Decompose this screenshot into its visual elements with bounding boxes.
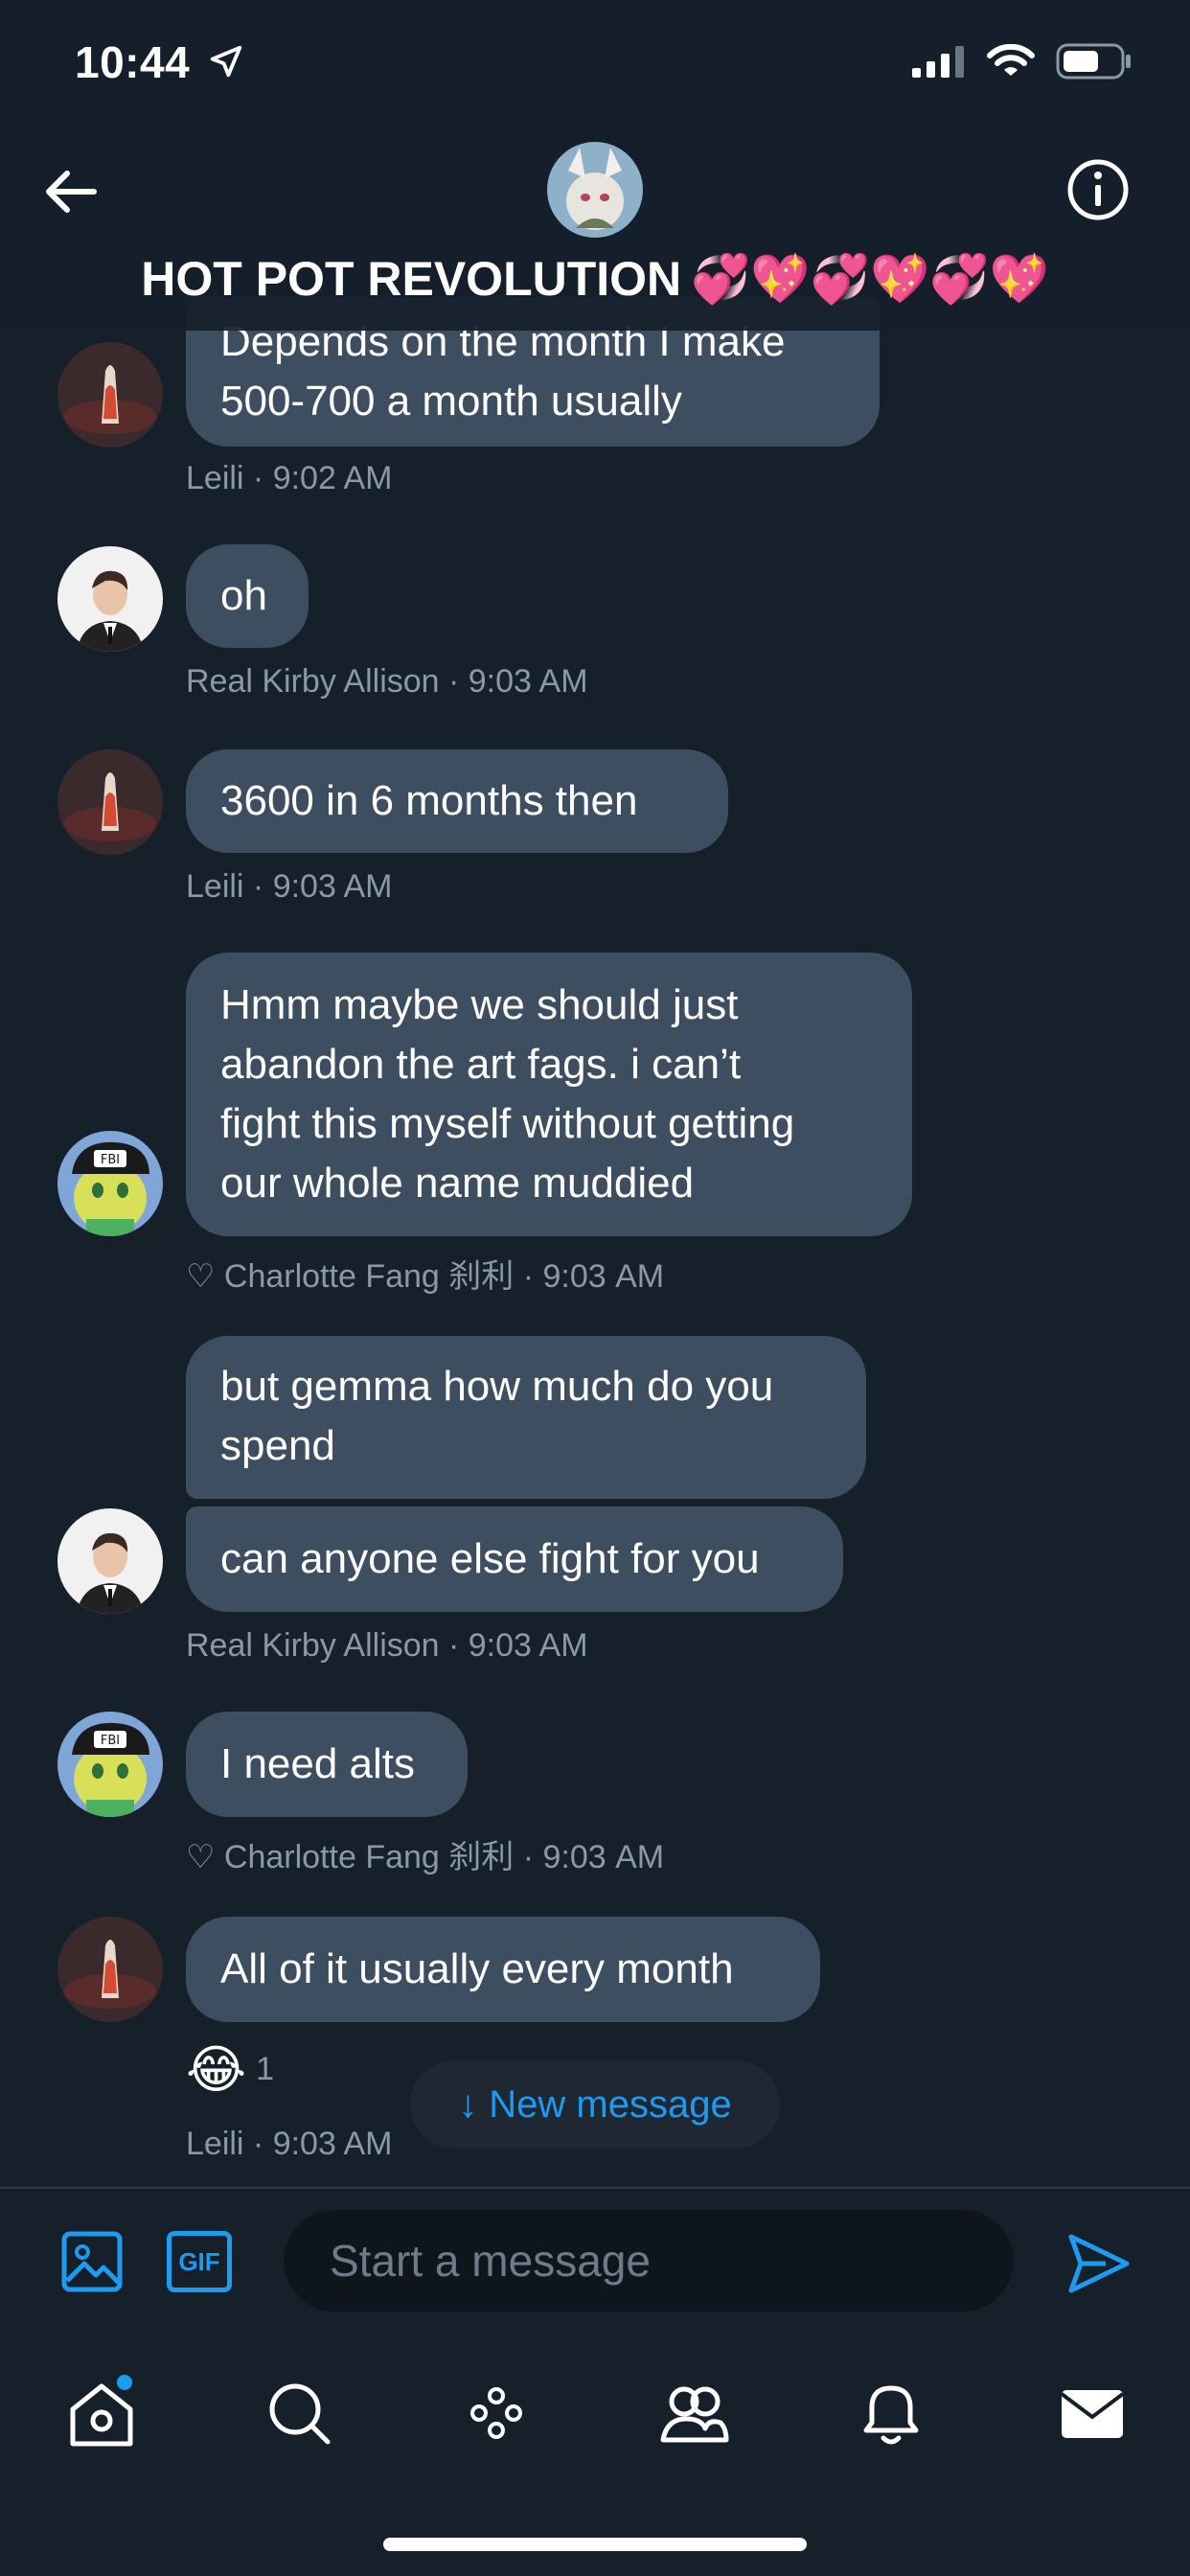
kirby-avatar-image bbox=[57, 546, 163, 652]
message-meta: Leili · 9:02 AM bbox=[186, 460, 393, 496]
communities-icon bbox=[660, 2386, 729, 2443]
message-bubble[interactable]: but gemma how much do you spend bbox=[186, 1336, 866, 1499]
message-meta: Leili · 9:03 AM bbox=[186, 868, 393, 905]
arrow-left-icon bbox=[46, 171, 97, 213]
message-text: I need alts bbox=[220, 1740, 416, 1787]
avatar-kirby[interactable] bbox=[57, 1508, 163, 1614]
conversation-title-text: HOT POT REVOLUTION bbox=[141, 252, 682, 306]
status-indicators bbox=[912, 43, 1133, 80]
message-text: but gemma how much do you spend bbox=[220, 1363, 774, 1469]
notifications-icon bbox=[863, 2385, 919, 2445]
gif-icon: GIF bbox=[178, 2246, 220, 2276]
info-icon bbox=[1067, 159, 1129, 220]
send-icon bbox=[1068, 2234, 1130, 2293]
charlotte-avatar-image: FBI bbox=[57, 1712, 163, 1817]
home-icon bbox=[70, 2375, 133, 2447]
avatar-charlotte[interactable]: FBI bbox=[57, 1712, 163, 1817]
image-icon bbox=[61, 2231, 123, 2292]
battery-icon bbox=[1056, 43, 1131, 80]
avatar-leili[interactable] bbox=[57, 749, 163, 855]
message-bubble[interactable]: oh bbox=[186, 544, 309, 648]
gif-button[interactable]: GIF bbox=[167, 2231, 232, 2292]
wifi-icon bbox=[987, 44, 1035, 76]
tab-messages[interactable] bbox=[1054, 2375, 1131, 2451]
message-text: Hmm maybe we should just abandon the art… bbox=[220, 981, 795, 1207]
conversation-title-emoji: 💞💖💞💖💞💖 bbox=[691, 251, 1049, 307]
message-bubble[interactable]: Hmm maybe we should just abandon the art… bbox=[186, 953, 912, 1236]
kirby-avatar-image bbox=[57, 1508, 163, 1614]
charlotte-avatar-image: FBI bbox=[57, 1131, 163, 1236]
avatar-leili[interactable] bbox=[57, 1917, 163, 2022]
message-input[interactable]: Start a message bbox=[284, 2210, 1014, 2312]
send-button[interactable] bbox=[1064, 2229, 1133, 2298]
messages-icon bbox=[1060, 2390, 1125, 2438]
message-bubble[interactable]: I need alts bbox=[186, 1712, 468, 1817]
reaction[interactable]: 😂 1 bbox=[186, 2039, 274, 2100]
status-time: 10:44 bbox=[75, 36, 244, 88]
message-text: oh bbox=[220, 572, 267, 619]
media-button[interactable] bbox=[61, 2231, 123, 2292]
message-meta: Real Kirby Allison · 9:03 AM bbox=[186, 663, 588, 700]
message-meta: Leili · 9:03 AM bbox=[186, 2126, 393, 2162]
avatar-leili[interactable] bbox=[57, 342, 163, 448]
tab-search[interactable] bbox=[261, 2375, 337, 2451]
arrow-down-icon: ↓ bbox=[458, 2082, 478, 2126]
message-text: can anyone else fight for you bbox=[220, 1535, 760, 1582]
avatar-charlotte[interactable]: FBI bbox=[57, 1131, 163, 1236]
message-text: 3600 in 6 months then bbox=[220, 777, 638, 824]
home-indicator bbox=[383, 2538, 807, 2551]
leili-avatar-image bbox=[57, 749, 163, 855]
avatar-kirby[interactable] bbox=[57, 546, 163, 652]
leili-avatar-image bbox=[57, 342, 163, 448]
tab-notifications[interactable] bbox=[853, 2375, 929, 2451]
tab-communities[interactable] bbox=[655, 2375, 732, 2451]
message-input-placeholder: Start a message bbox=[330, 2236, 651, 2286]
message-meta: ♡ Charlotte Fang 刹利 · 9:03 AM bbox=[186, 1258, 665, 1295]
message-text: All of it usually every month bbox=[220, 1945, 734, 1992]
leili-avatar-image bbox=[57, 1917, 163, 2022]
search-icon bbox=[269, 2383, 331, 2445]
tab-home[interactable] bbox=[63, 2375, 140, 2451]
spaces-icon bbox=[470, 2387, 522, 2439]
back-button[interactable] bbox=[38, 158, 105, 225]
status-time-text: 10:44 bbox=[75, 37, 191, 87]
composer-divider bbox=[0, 2187, 1190, 2189]
message-bubble[interactable]: All of it usually every month bbox=[186, 1917, 820, 2022]
message-meta: Real Kirby Allison · 9:03 AM bbox=[186, 1627, 588, 1664]
info-button[interactable] bbox=[1065, 157, 1131, 222]
reaction-count: 1 bbox=[256, 2051, 275, 2087]
conversation-title[interactable]: HOT POT REVOLUTION 💞💖💞💖💞💖 bbox=[0, 251, 1190, 308]
svg-text:FBI: FBI bbox=[101, 1153, 120, 1167]
reaction-emoji: 😂 bbox=[186, 2039, 247, 2100]
group-avatar[interactable] bbox=[547, 142, 643, 238]
message-bubble[interactable]: 3600 in 6 months then bbox=[186, 749, 728, 853]
svg-text:FBI: FBI bbox=[101, 1734, 120, 1748]
new-message-button[interactable]: ↓ New message bbox=[410, 2060, 780, 2149]
new-message-label: New message bbox=[489, 2082, 732, 2126]
signal-icon bbox=[912, 46, 964, 78]
message-bubble[interactable]: can anyone else fight for you bbox=[186, 1506, 843, 1612]
group-avatar-image bbox=[547, 142, 643, 238]
location-icon bbox=[211, 45, 242, 78]
message-meta: ♡ Charlotte Fang 刹利 · 9:03 AM bbox=[186, 1839, 665, 1875]
tab-spaces[interactable] bbox=[458, 2375, 535, 2451]
